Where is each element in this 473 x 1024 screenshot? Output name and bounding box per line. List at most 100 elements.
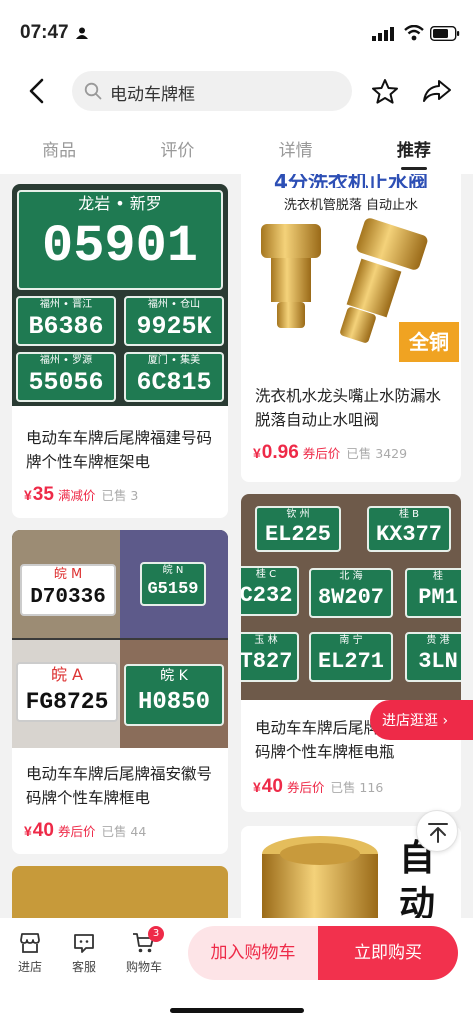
- valve-banner: 4分洗衣机止水阀: [274, 174, 428, 188]
- search-icon: [84, 82, 102, 100]
- store-entry[interactable]: 进店: [4, 932, 56, 975]
- plate-small: 桂 PM1: [405, 568, 461, 618]
- price-value: 40: [261, 776, 283, 797]
- add-to-cart-button[interactable]: 加入购物车: [188, 926, 318, 980]
- plate-number: EL225: [264, 522, 331, 547]
- plate-small: 钦 州 EL225: [255, 506, 341, 552]
- plate-region: 桂 C: [255, 569, 277, 580]
- back-icon[interactable]: [28, 78, 44, 104]
- signal-icon: [372, 27, 394, 41]
- product-image: 龙岩 • 新罗 05901 福州 • 晋江 B6386 福州 • 仓山 9925…: [12, 184, 228, 406]
- search-input[interactable]: 电动车牌框: [72, 71, 352, 111]
- plate-region: 桂: [433, 571, 443, 582]
- tab-reviews[interactable]: 评价: [118, 120, 236, 174]
- plate-region: 钦 州: [286, 509, 310, 520]
- product-image: 钦 州 EL225 桂 B KX377 桂 C C232 北 海 8W207 桂…: [241, 494, 461, 700]
- plate-region: 龙岩 • 新罗: [78, 194, 162, 213]
- service-label: 客服: [71, 960, 96, 974]
- status-time: 07:47: [20, 22, 69, 43]
- plate-region: 皖 M: [53, 567, 83, 582]
- home-indicator: [170, 1008, 304, 1013]
- plate-region: 厦门 • 集美: [147, 355, 201, 366]
- plate-number: 8W207: [317, 585, 384, 610]
- store-icon: [20, 933, 40, 953]
- tab-details[interactable]: 详情: [237, 120, 355, 174]
- plate-small: 福州 • 仓山 9925K: [124, 296, 224, 346]
- plate-number: 6C815: [136, 368, 212, 397]
- plate-number: 3LN: [418, 649, 458, 674]
- battery-icon: [430, 26, 460, 41]
- product-card-valve[interactable]: 4分洗衣机止水阀 洗衣机管脱落 自动止水 全铜 洗衣机水龙头嘴止水防漏水脱落自动…: [241, 174, 461, 482]
- plate-small: 厦门 • 集美 6C815: [124, 352, 224, 402]
- plate-small: 福州 • 罗源 55056: [16, 352, 116, 402]
- product-image: [12, 866, 228, 918]
- plate-number: 55056: [28, 368, 104, 397]
- sold-count: 已售 116: [330, 780, 384, 795]
- status-bar: 07:47: [0, 0, 473, 62]
- share-icon[interactable]: [422, 79, 452, 103]
- buy-now-button[interactable]: 立即购买: [318, 926, 458, 980]
- tab-bar: 商品 评价 详情 推荐: [0, 120, 473, 174]
- plate-region: 贵 港: [426, 635, 450, 646]
- sold-count: 已售 44: [101, 824, 147, 839]
- star-icon[interactable]: [371, 78, 399, 105]
- product-card-anhui[interactable]: 皖 M D70336 皖 N G5159 皖 A FG8725 皖 K H085…: [12, 530, 228, 854]
- chat-icon: [74, 934, 94, 953]
- plate-small: 北 海 8W207: [309, 568, 393, 618]
- product-feed: 龙岩 • 新罗 05901 福州 • 晋江 B6386 福州 • 仓山 9925…: [0, 174, 473, 918]
- plate-number: EL271: [317, 649, 384, 674]
- plate-number: T827: [241, 649, 293, 674]
- plate-number: D70336: [30, 586, 106, 609]
- price-tag: 券后价: [286, 780, 325, 795]
- sold-count: 已售 3429: [346, 446, 408, 461]
- customer-service-entry[interactable]: 客服: [58, 932, 110, 975]
- plate-number: 05901: [41, 217, 199, 276]
- plate-region: 桂 B: [398, 509, 420, 520]
- plate-white: 皖 M D70336: [20, 564, 116, 616]
- copper-badge: 全铜: [399, 322, 459, 362]
- product-title: 电动车车牌后尾牌福安徽号码牌个性车牌框电: [26, 765, 213, 807]
- product-card-partial[interactable]: [12, 866, 228, 918]
- cart-label: 购物车: [125, 960, 162, 974]
- plate-number: G5159: [147, 580, 199, 599]
- visit-store-float-button[interactable]: 进店逛逛 ›: [370, 700, 473, 740]
- price-value: 35: [32, 484, 54, 505]
- plate-small: 桂 C C232: [241, 566, 299, 616]
- top-nav: 电动车牌框: [0, 62, 473, 120]
- product-card-fujian[interactable]: 龙岩 • 新罗 05901 福州 • 晋江 B6386 福州 • 仓山 9925…: [12, 184, 228, 518]
- product-price: ¥40 券后价 已售 44: [24, 820, 147, 841]
- plate-region: 福州 • 晋江: [39, 299, 93, 310]
- search-query: 电动车牌框: [110, 85, 195, 105]
- plate-region: 北 海: [339, 571, 363, 582]
- cart-entry[interactable]: 购物车 3: [118, 926, 170, 975]
- plate-region: 福州 • 罗源: [39, 355, 93, 366]
- visit-store-label: 进店逛逛: [382, 713, 438, 729]
- valve-subtitle: 洗衣机管脱落 自动止水: [283, 198, 419, 213]
- plate-region: 玉 林: [254, 635, 278, 646]
- plate-small: 桂 B KX377: [367, 506, 451, 552]
- fitting-image: [262, 836, 378, 918]
- plate-small: 贵 港 3LN: [405, 632, 461, 682]
- back-to-top-button[interactable]: [416, 810, 458, 852]
- cart-count-badge: 3: [148, 926, 164, 942]
- product-card-guangxi[interactable]: 钦 州 EL225 桂 B KX377 桂 C C232 北 海 8W207 桂…: [241, 494, 461, 812]
- tab-products[interactable]: 商品: [0, 120, 118, 174]
- plate-small: 皖 K H0850: [124, 664, 224, 726]
- plate-region: 皖 K: [160, 668, 188, 684]
- tab-recommend[interactable]: 推荐: [355, 120, 473, 174]
- price-value: 0.96: [261, 442, 299, 463]
- person-icon: [76, 27, 88, 39]
- plate-number: B6386: [28, 312, 104, 341]
- plate-small: 皖 N G5159: [140, 562, 206, 606]
- price-tag: 满减价: [57, 488, 96, 503]
- chevron-right-icon: ›: [442, 713, 449, 729]
- plate-number: 9925K: [136, 312, 212, 341]
- plate-number: FG8725: [25, 689, 109, 715]
- store-label: 进店: [17, 960, 42, 974]
- plate-number: H0850: [137, 689, 210, 716]
- plate-region: 皖 A: [50, 665, 84, 684]
- arrow-up-icon: [428, 823, 448, 843]
- price-tag: 券后价: [302, 446, 341, 461]
- plate-small: 玉 林 T827: [241, 632, 299, 682]
- price-tag: 券后价: [57, 824, 96, 839]
